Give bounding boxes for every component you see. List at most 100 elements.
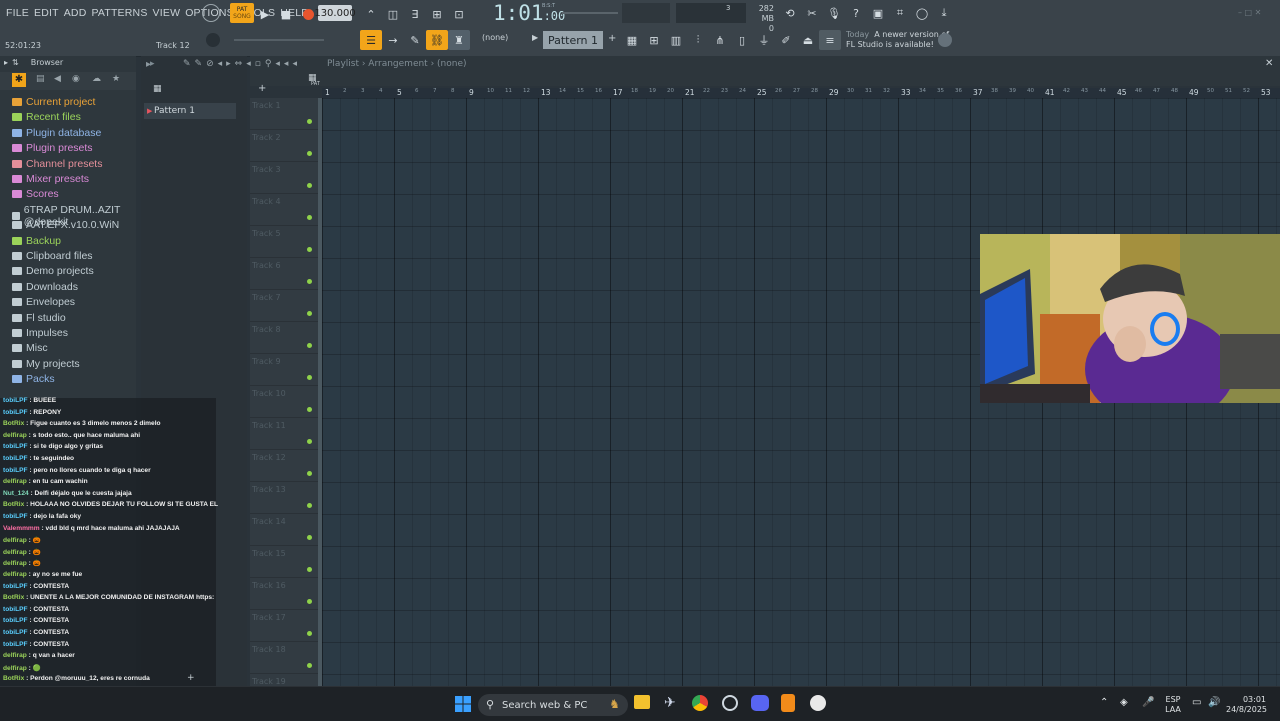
tools-icon[interactable]: ✂ (801, 3, 823, 23)
discord-icon[interactable] (751, 695, 769, 711)
menu-add[interactable]: ADD (64, 7, 87, 19)
stop-icon[interactable]: ■ (275, 4, 297, 24)
wait-input-icon[interactable]: ◫ (382, 4, 404, 24)
fl-studio-icon[interactable] (781, 694, 795, 712)
update-icon[interactable] (938, 33, 952, 47)
browser-item[interactable]: Plugin presets (12, 142, 93, 154)
brush-icon[interactable]: ✐ (775, 30, 797, 50)
master-pitch-slider[interactable] (562, 12, 618, 14)
chat-add-icon[interactable]: + (187, 673, 195, 683)
track-mute-led[interactable] (307, 215, 312, 220)
track-header[interactable]: Track 3 (250, 162, 318, 194)
browser-item[interactable]: Envelopes (12, 296, 75, 308)
track-header[interactable]: Track 13 (250, 482, 318, 514)
tempo-display[interactable]: 130.000 (314, 5, 356, 21)
cloud-icon[interactable]: ☁ (92, 74, 101, 84)
browser-tree-icon[interactable]: ⋔ (709, 30, 731, 50)
track-header[interactable]: Track 7 (250, 290, 318, 322)
project-files-icon[interactable]: ▤ (36, 74, 45, 84)
browser-item[interactable]: Misc (12, 342, 48, 354)
browser-item[interactable]: Current project (12, 96, 95, 108)
browser-item[interactable]: Clipboard files (12, 250, 93, 262)
playlist-pattern-icon[interactable]: ▦ (308, 73, 317, 83)
browser-item[interactable]: AAT.EFX.v10.0.WiN (12, 219, 119, 231)
track-mute-led[interactable] (307, 151, 312, 156)
browser-item[interactable]: Fl studio (12, 312, 66, 324)
track-mute-led[interactable] (307, 503, 312, 508)
draw-icon[interactable]: ✎ (404, 30, 426, 50)
piano-icon[interactable]: ▥ (665, 30, 687, 50)
plugin-icon[interactable]: ⌗ (889, 3, 911, 23)
track-mute-led[interactable] (307, 439, 312, 444)
picker-pattern-item[interactable]: ▶ Pattern 1 (144, 103, 236, 119)
browser-item[interactable]: Backup (12, 235, 61, 247)
playlist-breadcrumb[interactable]: Playlist › Arrangement › (none) (327, 59, 467, 69)
track-header[interactable]: Track 5 (250, 226, 318, 258)
track-header[interactable]: Track 15 (250, 546, 318, 578)
chat-icon[interactable]: ◯ (911, 3, 933, 23)
cpu-dial-icon[interactable] (202, 4, 220, 22)
current-icon[interactable]: ◀ (54, 74, 61, 84)
snap-select[interactable]: (none) (482, 33, 508, 42)
browser-item[interactable]: Impulses (12, 327, 68, 339)
obs-icon[interactable] (722, 695, 738, 711)
master-volume-slider[interactable] (234, 39, 324, 41)
chrome-icon[interactable] (692, 695, 708, 711)
browser-item[interactable]: Mixer presets (12, 173, 89, 185)
browser-item[interactable]: Channel presets (12, 158, 102, 170)
browser-item[interactable]: Plugin database (12, 127, 101, 139)
undo-history-icon[interactable]: ⟲ (779, 3, 801, 23)
star-icon[interactable]: ★ (112, 74, 120, 84)
master-volume-knob[interactable] (206, 33, 220, 47)
news-panel-icon[interactable]: ≡ (819, 30, 841, 50)
playlist-icon[interactable]: ▦ (621, 30, 643, 50)
track-mute-led[interactable] (307, 247, 312, 252)
file-explorer-icon[interactable] (634, 695, 650, 709)
all-files-icon[interactable]: ✱ (12, 73, 26, 87)
media-player-icon[interactable] (810, 695, 826, 711)
track-header[interactable]: Track 6 (250, 258, 318, 290)
metronome-icon[interactable]: ⌃ (360, 4, 382, 24)
track-header[interactable]: Track 11 (250, 418, 318, 450)
menu-edit[interactable]: EDIT (34, 7, 59, 19)
language-indicator[interactable]: ESP LAA (1160, 695, 1186, 715)
track-header[interactable]: Track 12 (250, 450, 318, 482)
song-position-slider[interactable] (622, 3, 670, 23)
track-mute-led[interactable] (307, 407, 312, 412)
link-icon[interactable]: ⛓ (426, 30, 448, 50)
clock[interactable]: 03:01 24/8/2025 (1226, 695, 1267, 715)
track-header[interactable]: Track 14 (250, 514, 318, 546)
loop-record-icon[interactable]: ⊡ (448, 4, 470, 24)
plugin-filter-icon[interactable]: ◉ (72, 74, 80, 84)
menu-view[interactable]: VIEW (153, 7, 181, 19)
tray-overflow-icon[interactable]: ⌃ (1100, 697, 1108, 708)
playlist-close-icon[interactable]: ✕ (1265, 58, 1273, 69)
playlist-tools[interactable]: ✎✎⊘◂▸⇔◂▫⚲◂◂◂ (183, 59, 301, 69)
piano-roll-icon[interactable]: ☰ (360, 30, 382, 50)
step-edit-icon[interactable]: ⊞ (426, 4, 448, 24)
steam-icon[interactable]: ✈ (664, 695, 676, 711)
browser-options-icon[interactable]: ▸ (4, 58, 8, 67)
microphone-icon[interactable]: 🎙 (823, 3, 845, 23)
browser-nav-icon[interactable]: ⇅ (12, 58, 19, 67)
network-icon[interactable]: ▭ (1192, 697, 1201, 708)
playlist-menu-icon[interactable]: ▸ (150, 59, 155, 69)
browser-item[interactable]: Downloads (12, 281, 78, 293)
track-mute-led[interactable] (307, 375, 312, 380)
track-mute-led[interactable] (307, 599, 312, 604)
playlist-add-icon[interactable]: + (258, 83, 266, 94)
track-header[interactable]: Track 16 (250, 578, 318, 610)
timeline-ruler[interactable]: 1 2 3 4 5 6 7 8 9 10 11 12 13 14 15 16 17 18 19 20 21 22 23 24 2… (322, 88, 1280, 98)
browser-item[interactable]: My projects (12, 358, 80, 370)
track-mute-led[interactable] (307, 311, 312, 316)
add-pattern-icon[interactable]: + (608, 33, 616, 44)
track-mute-led[interactable] (307, 343, 312, 348)
windows-start-icon[interactable] (455, 696, 471, 712)
stamp-icon[interactable]: ♜ (448, 30, 470, 50)
browser-item[interactable]: Scores (12, 188, 59, 200)
track-header[interactable]: Track 18 (250, 642, 318, 674)
track-mute-led[interactable] (307, 663, 312, 668)
volume-icon[interactable]: 🔊 (1208, 697, 1220, 708)
pat-song-toggle[interactable]: PAT SONG (230, 3, 254, 23)
picker-pattern-icon[interactable]: ▦ (153, 84, 162, 94)
